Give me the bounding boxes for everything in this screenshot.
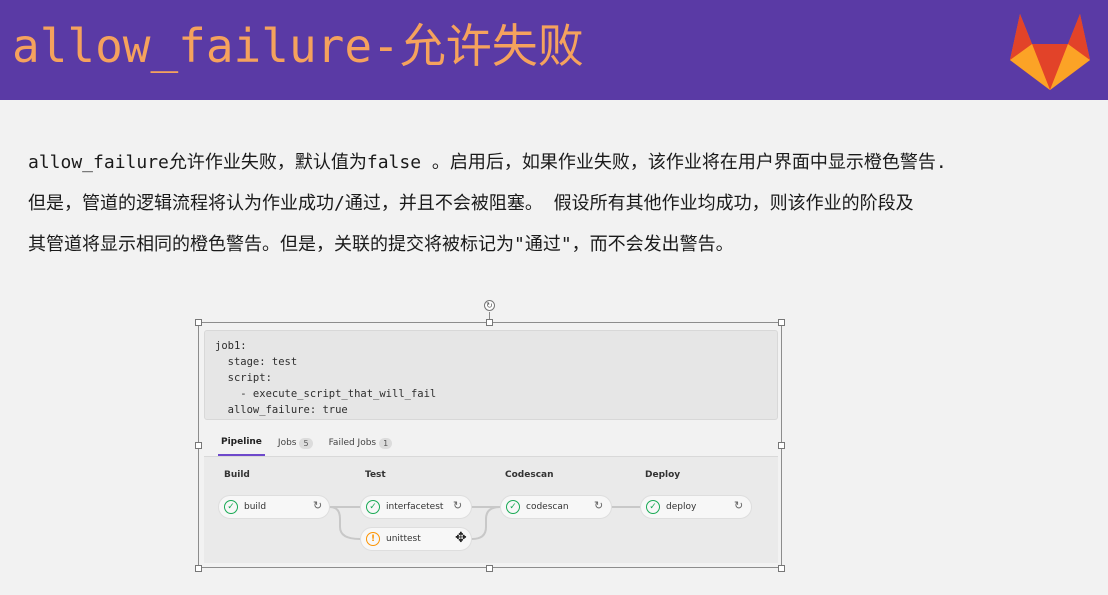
move-cursor-icon: ✥ <box>455 530 467 546</box>
slide-title: allow_failure-允许失败 <box>12 19 584 73</box>
passed-status-icon: ✓ <box>646 500 660 514</box>
resize-handle-sw[interactable] <box>195 565 202 572</box>
title-banner: allow_failure-允许失败 <box>0 0 1108 100</box>
warning-status-icon: ! <box>366 532 380 546</box>
stage-title-codescan: Codescan <box>505 470 554 480</box>
job-name: unittest <box>386 534 421 544</box>
retry-icon[interactable]: ↻ <box>734 499 743 512</box>
passed-status-icon: ✓ <box>506 500 520 514</box>
tab-pipeline[interactable]: Pipeline <box>218 430 265 456</box>
job-name: interfacetest <box>386 502 444 512</box>
yaml-code-block: job1: stage: test script: - execute_scri… <box>204 330 778 420</box>
tab-label: Pipeline <box>221 437 262 447</box>
resize-handle-e[interactable] <box>778 442 785 449</box>
passed-status-icon: ✓ <box>366 500 380 514</box>
passed-status-icon: ✓ <box>224 500 238 514</box>
intro-line: allow_failure允许作业失败，默认值为false 。启用后，如果作业失… <box>28 152 947 173</box>
retry-icon[interactable]: ↻ <box>453 499 462 512</box>
code-line: - execute_script_that_will_fail <box>215 388 437 400</box>
jobs-count-badge: 5 <box>299 437 313 449</box>
intro-text: allow_failure允许作业失败，默认值为false 。启用后，如果作业失… <box>28 142 1090 265</box>
intro-line: 但是，管道的逻辑流程将认为作业成功/通过，并且不会被阻塞。 假设所有其他作业均成… <box>28 193 914 214</box>
resize-handle-nw[interactable] <box>195 319 202 326</box>
retry-icon[interactable]: ↻ <box>313 499 322 512</box>
resize-handle-se[interactable] <box>778 565 785 572</box>
resize-handle-s[interactable] <box>486 565 493 572</box>
retry-icon[interactable]: ↻ <box>594 499 603 512</box>
rotate-handle-icon[interactable]: ↻ <box>484 300 495 311</box>
resize-handle-w[interactable] <box>195 442 202 449</box>
resize-handle-ne[interactable] <box>778 319 785 326</box>
tab-label: Jobs <box>277 438 297 448</box>
code-line: stage: test <box>215 356 298 368</box>
stage-title-deploy: Deploy <box>645 470 681 480</box>
job-name: build <box>244 502 267 512</box>
code-line: job1: <box>215 340 247 352</box>
code-line: allow_failure: true <box>215 404 348 416</box>
gitlab-logo-icon <box>1010 14 1090 90</box>
tab-jobs[interactable]: Jobs 5 <box>275 430 316 456</box>
code-line: script: <box>215 372 272 384</box>
stage-title-build: Build <box>224 470 250 480</box>
tab-label: Failed Jobs <box>328 438 377 448</box>
job-name: deploy <box>666 502 697 512</box>
failed-jobs-count-badge: 1 <box>379 437 393 449</box>
job-name: codescan <box>526 502 569 512</box>
tab-failed-jobs[interactable]: Failed Jobs 1 <box>326 430 396 456</box>
stage-title-test: Test <box>365 470 386 480</box>
pipeline-tabs: Pipeline Jobs 5 Failed Jobs 1 <box>218 430 405 456</box>
resize-handle-n[interactable] <box>486 319 493 326</box>
intro-line: 其管道将显示相同的橙色警告。但是，关联的提交将被标记为"通过"，而不会发出警告。 <box>28 234 734 255</box>
